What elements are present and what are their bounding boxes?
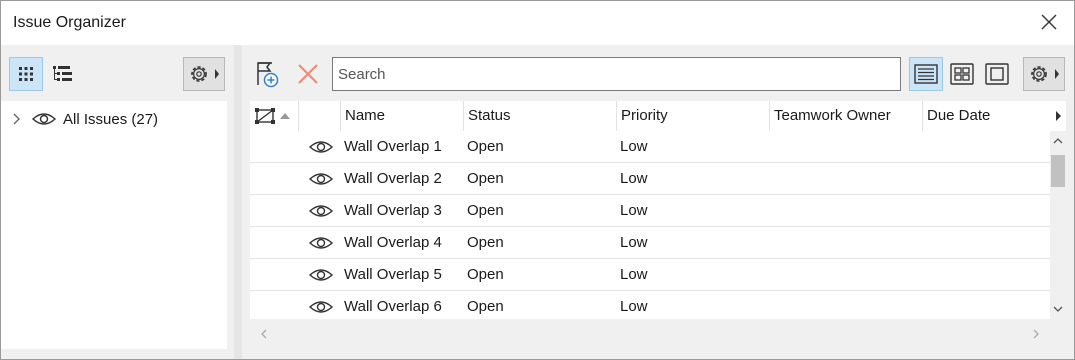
delete-icon bbox=[298, 64, 318, 84]
eye-icon bbox=[308, 173, 334, 185]
tree-item-all-issues[interactable]: All Issues (27) bbox=[11, 109, 158, 129]
visibility-toggle[interactable] bbox=[298, 259, 340, 291]
single-view-button[interactable] bbox=[980, 57, 1014, 91]
window-title: Issue Organizer bbox=[13, 14, 126, 31]
eye-icon bbox=[308, 141, 334, 153]
issue-owner bbox=[769, 163, 922, 195]
eye-icon bbox=[308, 205, 334, 217]
issue-due-date bbox=[922, 259, 1050, 291]
column-header-sort[interactable] bbox=[250, 101, 298, 131]
table-header: Name Status Priority Teamwork Owner Due … bbox=[250, 101, 1066, 131]
new-issue-icon bbox=[257, 62, 279, 88]
horizontal-scrollbar[interactable] bbox=[250, 319, 1066, 349]
issue-owner bbox=[769, 259, 922, 291]
table-row[interactable]: Wall Overlap 5 Open Low bbox=[250, 259, 1050, 291]
issue-owner bbox=[769, 195, 922, 227]
tree-view-button[interactable] bbox=[45, 57, 79, 91]
thumbnail-view-icon bbox=[950, 63, 974, 85]
issue-owner bbox=[769, 227, 922, 259]
issue-status: Open bbox=[467, 234, 504, 251]
vertical-scroll-thumb[interactable] bbox=[1051, 155, 1065, 187]
issue-name: Wall Overlap 2 bbox=[344, 170, 442, 187]
title-bar: Issue Organizer bbox=[1, 1, 1074, 45]
delete-issue-button[interactable] bbox=[291, 57, 325, 91]
tree-view-icon bbox=[53, 66, 72, 81]
scroll-left-icon[interactable] bbox=[254, 319, 274, 349]
column-header-visibility[interactable] bbox=[298, 101, 340, 131]
issue-due-date bbox=[922, 163, 1050, 195]
close-button[interactable] bbox=[1038, 11, 1060, 33]
issues-panel: Name Status Priority Teamwork Owner Due … bbox=[242, 45, 1074, 359]
search-input[interactable] bbox=[332, 57, 901, 91]
grid-view-icon bbox=[19, 67, 33, 81]
issues-settings-button[interactable] bbox=[1023, 57, 1065, 91]
thumbnail-view-button[interactable] bbox=[945, 57, 979, 91]
visibility-toggle[interactable] bbox=[298, 195, 340, 227]
groups-tree: All Issues (27) bbox=[1, 101, 227, 349]
issue-name: Wall Overlap 3 bbox=[344, 202, 442, 219]
gear-menu-icon bbox=[191, 66, 219, 82]
column-header-priority[interactable]: Priority bbox=[616, 101, 769, 131]
gear-menu-icon bbox=[1031, 66, 1059, 82]
issue-priority: Low bbox=[620, 138, 648, 155]
details-view-button[interactable] bbox=[909, 57, 943, 91]
table-row[interactable]: Wall Overlap 3 Open Low bbox=[250, 195, 1050, 227]
triangle-right-icon bbox=[1056, 111, 1061, 121]
column-header-name[interactable]: Name bbox=[340, 101, 463, 131]
issue-due-date bbox=[922, 227, 1050, 259]
table-row[interactable]: Wall Overlap 4 Open Low bbox=[250, 227, 1050, 259]
scroll-right-icon[interactable] bbox=[1026, 319, 1046, 349]
scroll-up-icon[interactable] bbox=[1050, 131, 1066, 151]
column-header-due-date[interactable]: Due Date bbox=[922, 101, 1050, 131]
issue-name: Wall Overlap 1 bbox=[344, 138, 442, 155]
issue-groups-panel: All Issues (27) bbox=[1, 45, 234, 359]
sort-ascending-icon bbox=[280, 113, 290, 119]
visibility-toggle[interactable] bbox=[298, 163, 340, 195]
issue-status: Open bbox=[467, 138, 504, 155]
issue-tag-icon bbox=[255, 108, 275, 124]
issue-name: Wall Overlap 4 bbox=[344, 234, 442, 251]
groups-toolbar bbox=[1, 45, 234, 101]
issue-organizer-window: Issue Organizer All Issues (27) Search N… bbox=[0, 0, 1075, 360]
table-row[interactable]: Wall Overlap 1 Open Low bbox=[250, 131, 1050, 163]
visibility-toggle[interactable] bbox=[298, 227, 340, 259]
close-icon bbox=[1041, 14, 1057, 30]
table-row[interactable]: Wall Overlap 2 Open Low bbox=[250, 163, 1050, 195]
column-header-status[interactable]: Status bbox=[463, 101, 616, 131]
details-view-icon bbox=[914, 64, 938, 84]
scroll-down-icon[interactable] bbox=[1050, 299, 1066, 319]
panel-splitter[interactable] bbox=[234, 45, 242, 359]
eye-icon bbox=[308, 269, 334, 281]
eye-icon[interactable] bbox=[31, 111, 57, 127]
issue-priority: Low bbox=[620, 234, 648, 251]
issue-status: Open bbox=[467, 266, 504, 283]
issue-owner bbox=[769, 131, 922, 163]
issue-priority: Low bbox=[620, 170, 648, 187]
eye-icon bbox=[308, 237, 334, 249]
chevron-right-icon[interactable] bbox=[11, 111, 23, 127]
issue-priority: Low bbox=[620, 266, 648, 283]
issue-due-date bbox=[922, 131, 1050, 163]
tree-item-label: All Issues (27) bbox=[63, 110, 159, 128]
column-scroll-right-button[interactable] bbox=[1050, 101, 1066, 131]
issue-due-date bbox=[922, 195, 1050, 227]
single-view-icon bbox=[985, 63, 1009, 85]
grid-view-button[interactable] bbox=[9, 57, 43, 91]
issue-status: Open bbox=[467, 170, 504, 187]
issue-status: Open bbox=[467, 202, 504, 219]
issues-table: Name Status Priority Teamwork Owner Due … bbox=[250, 101, 1066, 349]
issue-name: Wall Overlap 5 bbox=[344, 266, 442, 283]
new-issue-button[interactable] bbox=[250, 57, 284, 91]
vertical-scrollbar[interactable] bbox=[1050, 131, 1066, 319]
groups-settings-button[interactable] bbox=[183, 57, 225, 91]
issues-toolbar bbox=[242, 45, 1074, 101]
issue-priority: Low bbox=[620, 202, 648, 219]
eye-icon bbox=[308, 301, 334, 313]
visibility-toggle[interactable] bbox=[298, 131, 340, 163]
column-header-teamwork-owner[interactable]: Teamwork Owner bbox=[769, 101, 922, 131]
